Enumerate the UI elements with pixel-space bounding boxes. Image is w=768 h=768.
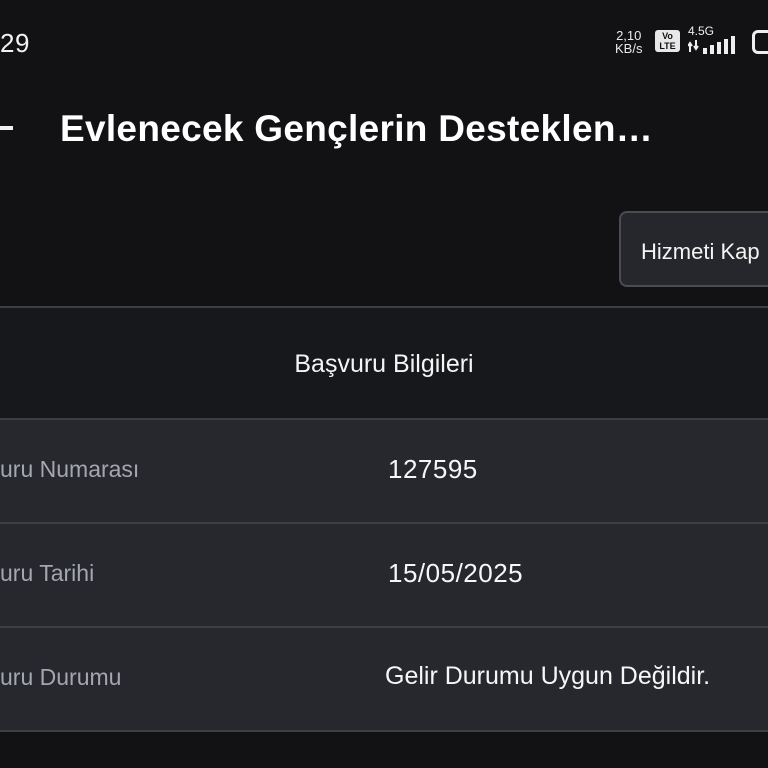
volte-icon-bottom: LTE: [659, 41, 676, 51]
battery-icon: [752, 30, 768, 54]
table-header: Başvuru Bilgileri: [0, 306, 768, 418]
close-service-button-label: Hizmeti Kap: [641, 239, 760, 264]
table-heading: Başvuru Bilgileri: [294, 350, 474, 378]
application-status-value: Gelir Durumu Uygun Değildir.: [385, 662, 711, 690]
table-row: uru Durumu Gelir Durumu Uygun Değildir.: [0, 626, 768, 732]
network-speed: 2,10 KB/s: [615, 29, 642, 55]
application-number-label: uru Numarası: [0, 456, 140, 482]
application-info-table: Başvuru Bilgileri uru Numarası 127595 ur…: [0, 306, 768, 732]
status-time: 29: [0, 28, 30, 58]
application-date-value: 15/05/2025: [388, 558, 524, 588]
table-row: uru Tarihi 15/05/2025: [0, 522, 768, 626]
application-number-value: 127595: [388, 454, 478, 484]
table-row: uru Numarası 127595: [0, 418, 768, 522]
back-arrow-icon[interactable]: [0, 126, 13, 130]
status-bar: 29 2,10 KB/s Vo LTE 4.5G: [0, 0, 768, 88]
signal-icon: [688, 36, 735, 54]
volte-icon: Vo LTE: [655, 30, 680, 52]
volte-icon-top: Vo: [662, 31, 673, 41]
application-date-label: uru Tarihi: [0, 560, 95, 586]
network-speed-unit: KB/s: [615, 41, 643, 56]
application-status-label: uru Durumu: [0, 664, 122, 690]
close-service-button[interactable]: Hizmeti Kap: [619, 211, 768, 287]
page-title: Evlenecek Gençlerin Desteklen…: [60, 108, 654, 149]
